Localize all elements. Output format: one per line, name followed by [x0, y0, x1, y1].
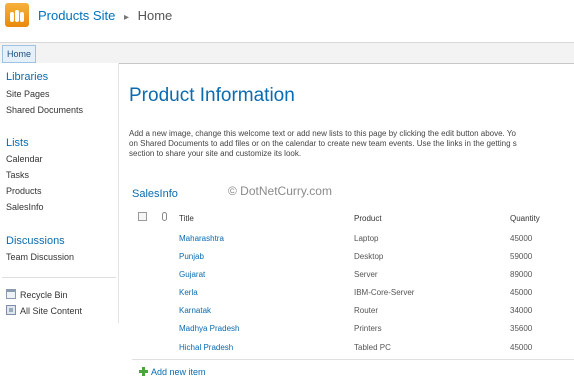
- nav-heading-lists[interactable]: Lists: [6, 137, 29, 149]
- breadcrumb: Products Site ▸ Home: [38, 8, 172, 23]
- row-quantity: 89000: [510, 270, 533, 279]
- row-title-link[interactable]: Punjab: [179, 252, 204, 261]
- row-title-link[interactable]: Madhya Pradesh: [179, 324, 239, 333]
- table-row[interactable]: Maharashtra Laptop 45000: [132, 230, 574, 248]
- add-new-item-link[interactable]: Add new item: [151, 367, 206, 377]
- column-header-quantity[interactable]: Quantity: [510, 214, 540, 223]
- nav-item-recycle-bin[interactable]: Recycle Bin: [20, 290, 68, 300]
- table-row[interactable]: Punjab Desktop 59000: [132, 248, 574, 266]
- row-title-link[interactable]: Maharashtra: [179, 234, 224, 243]
- table-header: Title Product Quantity: [132, 207, 574, 227]
- table-row[interactable]: Hichal Pradesh Tabled PC 45000: [132, 339, 574, 357]
- nav-item-team-discussion[interactable]: Team Discussion: [6, 252, 74, 262]
- tab-home[interactable]: Home: [2, 45, 37, 63]
- nav-heading-discussions[interactable]: Discussions: [6, 235, 65, 247]
- row-quantity: 35600: [510, 324, 533, 333]
- quick-launch: Libraries Site Pages Shared Documents Li…: [0, 63, 119, 323]
- row-title-link[interactable]: Hichal Pradesh: [179, 343, 233, 352]
- recycle-bin-icon: [6, 289, 16, 299]
- breadcrumb-site-link[interactable]: Products Site: [38, 8, 115, 23]
- nav-item-products[interactable]: Products: [6, 186, 42, 196]
- site-header: Products Site ▸ Home: [0, 0, 574, 42]
- nav-item-site-pages[interactable]: Site Pages: [6, 89, 50, 99]
- nav-divider: [2, 277, 116, 278]
- table-row[interactable]: Karnatak Router 34000: [132, 302, 574, 320]
- row-quantity: 45000: [510, 288, 533, 297]
- row-quantity: 59000: [510, 252, 533, 261]
- add-icon[interactable]: [139, 367, 148, 376]
- row-product: Tabled PC: [354, 343, 391, 352]
- column-header-title[interactable]: Title: [179, 214, 194, 223]
- top-navigation-bar: Home: [0, 42, 574, 64]
- all-site-content-icon: [6, 305, 16, 315]
- row-title-link[interactable]: Karnatak: [179, 306, 211, 315]
- nav-item-all-site-content[interactable]: All Site Content: [20, 306, 82, 316]
- row-title-link[interactable]: Gujarat: [179, 270, 205, 279]
- column-header-product[interactable]: Product: [354, 214, 382, 223]
- page-title: Product Information: [129, 85, 295, 106]
- row-title-link[interactable]: Kerla: [179, 288, 198, 297]
- select-all-checkbox[interactable]: [138, 212, 147, 221]
- nav-item-shared-documents[interactable]: Shared Documents: [6, 105, 83, 115]
- row-product: Router: [354, 306, 379, 315]
- table-row[interactable]: Gujarat Server 89000: [132, 266, 574, 284]
- row-product: IBM-Core-Server: [354, 288, 415, 297]
- breadcrumb-separator-icon: ▸: [123, 12, 129, 23]
- attachment-icon: [162, 212, 167, 221]
- welcome-text: Add a new image, change this welcome tex…: [129, 129, 517, 158]
- list-title-salesinfo[interactable]: SalesInfo: [132, 188, 178, 200]
- row-product: Printers: [354, 324, 382, 333]
- nav-heading-libraries[interactable]: Libraries: [6, 71, 48, 83]
- sharepoint-site-icon[interactable]: [5, 3, 29, 27]
- breadcrumb-current-page: Home: [137, 8, 173, 23]
- row-product: Laptop: [354, 234, 379, 243]
- row-quantity: 34000: [510, 306, 533, 315]
- row-product: Server: [354, 270, 378, 279]
- table-row[interactable]: Kerla IBM-Core-Server 45000: [132, 284, 574, 302]
- row-quantity: 45000: [510, 234, 533, 243]
- nav-item-salesinfo[interactable]: SalesInfo: [6, 202, 44, 212]
- row-product: Desktop: [354, 252, 384, 261]
- nav-item-calendar[interactable]: Calendar: [6, 154, 43, 164]
- watermark: © DotNetCurry.com: [228, 184, 332, 198]
- row-quantity: 45000: [510, 343, 533, 352]
- table-bottom-divider: [132, 359, 574, 360]
- table-row[interactable]: Madhya Pradesh Printers 35600: [132, 320, 574, 338]
- nav-item-tasks[interactable]: Tasks: [6, 170, 29, 180]
